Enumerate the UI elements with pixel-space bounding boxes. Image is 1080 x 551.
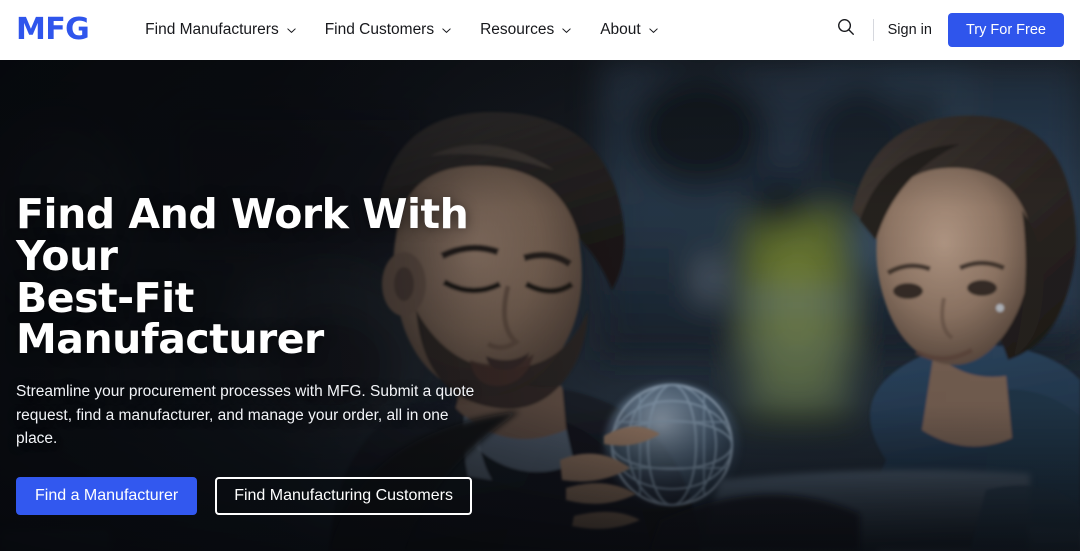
search-button[interactable] [829,13,863,47]
nav-item-find-manufacturers[interactable]: Find Manufacturers [145,22,297,38]
hero-subtitle-line-2: request, find a manufacturer, and manage… [16,406,449,448]
hero-title-line-1: Find And Work With Your [16,190,469,280]
hero-title-line-2: Best-Fit Manufacturer [16,273,324,364]
landing-page: MFG Find Manufacturers Find Customers Re… [0,0,1080,551]
site-header: MFG Find Manufacturers Find Customers Re… [0,0,1080,60]
find-manufacturing-customers-button[interactable]: Find Manufacturing Customers [215,476,472,515]
nav-item-find-customers[interactable]: Find Customers [325,22,452,38]
hero-subtitle: Streamline your procurement processes wi… [16,380,494,451]
hero-content: Find And Work With Your Best-Fit Manufac… [16,190,576,515]
find-a-manufacturer-button[interactable]: Find a Manufacturer [16,476,198,515]
sign-in-link[interactable]: Sign in [888,22,932,38]
nav-item-label: Find Customers [324,20,435,38]
chevron-down-icon [441,25,452,36]
try-for-free-button[interactable]: Try For Free [947,12,1064,47]
hero-title: Find And Work With Your Best-Fit Manufac… [16,190,496,364]
header-divider [872,18,874,41]
nav-item-label: Find Manufacturers [145,20,279,38]
hero-subtitle-line-1: Streamline your procurement processes wi… [16,383,475,401]
hero-cta-group: Find a Manufacturer Find Manufacturing C… [16,476,576,515]
nav-item-about[interactable]: About [600,22,659,38]
hero-section: Find And Work With Your Best-Fit Manufac… [0,60,1080,551]
chevron-down-icon [561,25,572,36]
primary-navigation: Find Manufacturers Find Customers Resour… [145,0,659,59]
header-actions: Sign in Try For Free [829,0,1080,59]
chevron-down-icon [286,25,297,36]
chevron-down-icon [648,25,659,36]
nav-item-label: About [600,20,641,38]
nav-item-label: Resources [480,20,555,38]
search-icon [836,17,856,42]
mfg-logo[interactable]: MFG [16,14,90,46]
nav-item-resources[interactable]: Resources [480,22,572,38]
